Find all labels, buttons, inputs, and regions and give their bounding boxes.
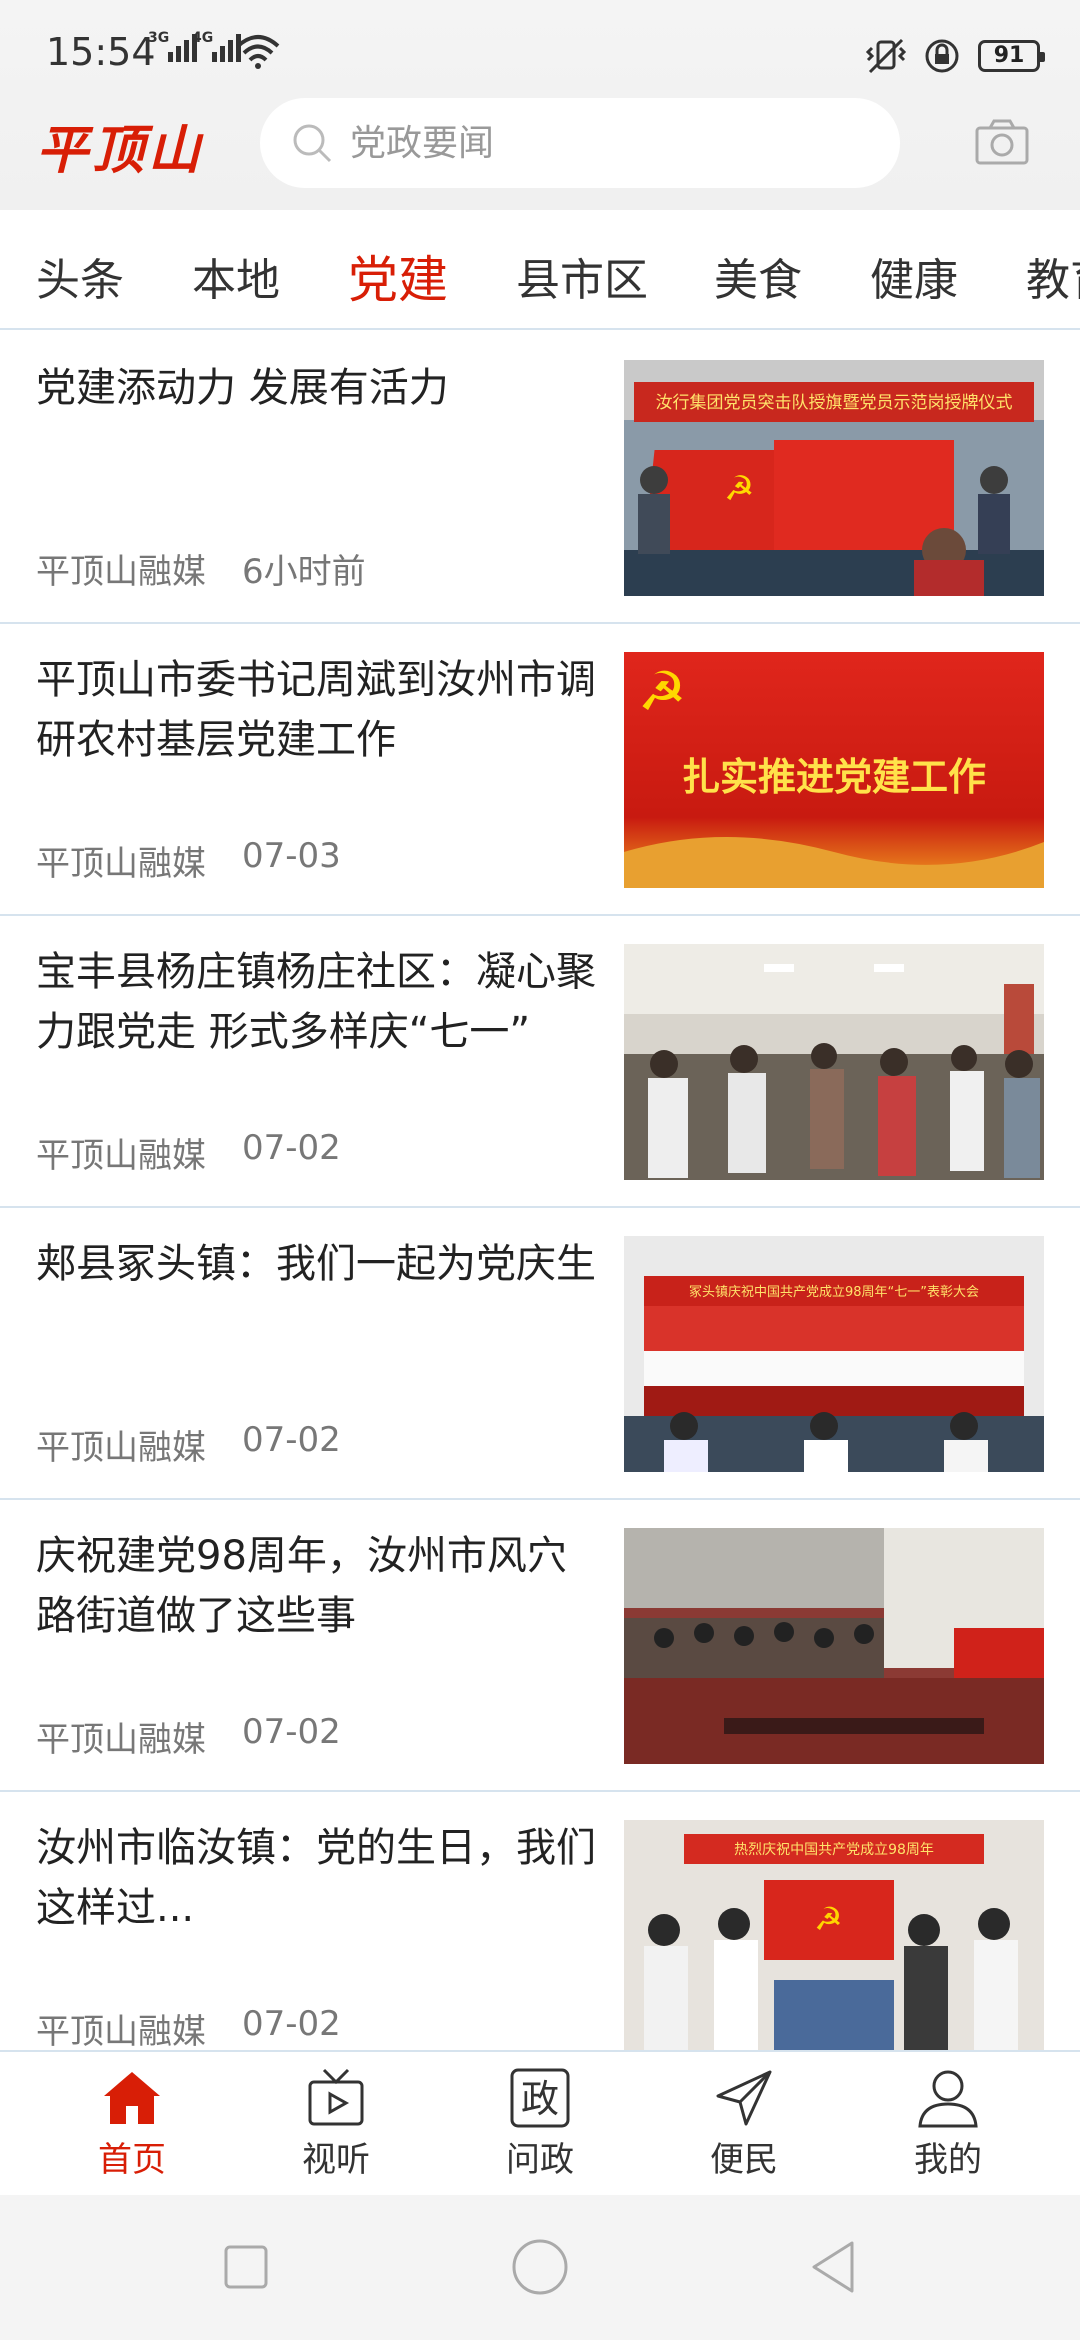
- news-title: 郏县冢头镇：我们一起为党庆生: [36, 1241, 596, 1287]
- system-nav-bar: [0, 2195, 1080, 2340]
- news-meta: 平顶山融媒 07-02: [36, 1712, 341, 1761]
- news-thumbnail: ☭ 扎实推进党建工作: [624, 652, 1044, 888]
- app-logo[interactable]: 平顶山: [36, 108, 204, 183]
- tab-counties[interactable]: 县市区: [516, 244, 648, 308]
- news-thumbnail: 热烈庆祝中国共产党成立98周年 ☭: [624, 1820, 1044, 2050]
- camera-icon[interactable]: [974, 118, 1030, 166]
- news-item[interactable]: 党建添动力 发展有活力 平顶山融媒 6小时前 汝行集团党员突击队授旗暨党员示范岗…: [0, 332, 1080, 624]
- news-item[interactable]: 郏县冢头镇：我们一起为党庆生 平顶山融媒 07-02 冢头镇庆祝中国共产党成立9…: [0, 1208, 1080, 1500]
- news-title: 平顶山市委书记周斌到汝州市调研农村基层党建工作: [36, 657, 596, 763]
- nav-wenzheng[interactable]: 政 问政: [460, 2066, 620, 2181]
- svg-text:☭: ☭: [724, 469, 754, 509]
- news-title: 党建添动力 发展有活力: [36, 365, 449, 411]
- status-right: 91: [866, 36, 1045, 76]
- back-icon[interactable]: [804, 2237, 864, 2297]
- news-time: 07-03: [242, 836, 341, 876]
- news-meta: 平顶山融媒 07-03: [36, 836, 341, 885]
- news-time: 07-02: [242, 1420, 341, 1460]
- nav-home[interactable]: 首页: [52, 2066, 212, 2181]
- tab-party-building[interactable]: 党建: [348, 240, 448, 312]
- news-time: 07-02: [242, 1128, 341, 1168]
- tab-health[interactable]: 健康: [870, 244, 958, 308]
- news-list: 党建添动力 发展有活力 平顶山融媒 6小时前 汝行集团党员突击队授旗暨党员示范岗…: [0, 332, 1080, 2050]
- news-source: 平顶山融媒: [36, 1136, 206, 1176]
- zheng-icon: 政: [510, 2068, 570, 2128]
- news-meta: 平顶山融媒 6小时前: [36, 544, 366, 593]
- bottom-nav: 首页 视听 政 问政 便民 我的: [0, 2050, 1080, 2195]
- news-item[interactable]: 汝州市临汝镇：党的生日，我们这样过... 平顶山融媒 07-02 热烈庆祝中国共…: [0, 1792, 1080, 2050]
- send-icon: [716, 2070, 772, 2126]
- news-meta: 平顶山融媒 07-02: [36, 1420, 341, 1469]
- news-image: ☭ 扎实推进党建工作: [624, 652, 1044, 888]
- tab-local[interactable]: 本地: [192, 244, 280, 308]
- signal-3g-icon: 3G: [148, 30, 197, 62]
- news-thumbnail: [624, 944, 1044, 1180]
- search-bar[interactable]: [260, 98, 900, 188]
- image-banner-text: 汝行集团党员突击队授旗暨党员示范岗授牌仪式: [656, 393, 1013, 413]
- nav-video[interactable]: 视听: [256, 2066, 416, 2181]
- news-item[interactable]: 平顶山市委书记周斌到汝州市调研农村基层党建工作 平顶山融媒 07-03 ☭ 扎实…: [0, 624, 1080, 916]
- news-image: [624, 1528, 1044, 1764]
- news-time: 07-02: [242, 2004, 341, 2044]
- news-source: 平顶山融媒: [36, 1720, 206, 1760]
- news-source: 平顶山融媒: [36, 2012, 206, 2050]
- news-image: 冢头镇庆祝中国共产党成立98周年“七一”表彰大会: [624, 1236, 1044, 1472]
- tv-icon: [308, 2068, 364, 2126]
- user-icon: [918, 2070, 978, 2128]
- recents-icon[interactable]: [216, 2237, 276, 2297]
- status-bar: 15:54 3G 4G 91: [0, 0, 1080, 100]
- tab-toutiao[interactable]: 头条: [36, 244, 124, 308]
- news-source: 平顶山融媒: [36, 1428, 206, 1468]
- svg-text:政: 政: [521, 2077, 559, 2121]
- news-title: 汝州市临汝镇：党的生日，我们这样过...: [36, 1825, 596, 1931]
- nav-profile[interactable]: 我的: [868, 2066, 1028, 2181]
- category-tabs: 头条 本地 党建 县市区 美食 健康 教育: [0, 210, 1080, 330]
- news-image: 汝行集团党员突击队授旗暨党员示范岗授牌仪式 ☭: [624, 360, 1044, 596]
- news-time: 07-02: [242, 1712, 341, 1752]
- wifi-icon: [236, 35, 280, 69]
- tab-education[interactable]: 教育: [1026, 244, 1080, 308]
- search-icon: [293, 124, 332, 163]
- home-icon: [104, 2072, 160, 2124]
- tab-food[interactable]: 美食: [714, 244, 802, 308]
- news-title: 庆祝建党98周年，汝州市风穴路街道做了这些事: [36, 1533, 567, 1639]
- battery-icon: 91: [978, 40, 1045, 72]
- status-time: 15:54: [46, 30, 156, 74]
- news-meta: 平顶山融媒 07-02: [36, 2004, 341, 2050]
- vibrate-icon: [866, 38, 906, 74]
- nav-services[interactable]: 便民: [664, 2066, 824, 2181]
- image-banner-text: 热烈庆祝中国共产党成立98周年: [734, 1842, 934, 1858]
- news-thumbnail: 冢头镇庆祝中国共产党成立98周年“七一”表彰大会: [624, 1236, 1044, 1472]
- image-banner-text: 冢头镇庆祝中国共产党成立98周年“七一”表彰大会: [689, 1284, 979, 1300]
- svg-text:☭: ☭: [814, 1900, 843, 1938]
- lock-rotation-icon: [925, 39, 959, 73]
- news-source: 平顶山融媒: [36, 552, 206, 592]
- news-item[interactable]: 庆祝建党98周年，汝州市风穴路街道做了这些事 平顶山融媒 07-02: [0, 1500, 1080, 1792]
- news-thumbnail: [624, 1528, 1044, 1764]
- news-image: 热烈庆祝中国共产党成立98周年 ☭: [624, 1820, 1044, 2050]
- news-time: 6小时前: [242, 552, 366, 592]
- news-meta: 平顶山融媒 07-02: [36, 1128, 341, 1177]
- signal-4g-icon: 4G: [192, 30, 241, 62]
- image-banner-text: 扎实推进党建工作: [682, 755, 986, 799]
- news-item[interactable]: 宝丰县杨庄镇杨庄社区：凝心聚力跟党走 形式多样庆“七一” 平顶山融媒 07-02: [0, 916, 1080, 1208]
- news-title: 宝丰县杨庄镇杨庄社区：凝心聚力跟党走 形式多样庆“七一”: [36, 949, 596, 1055]
- svg-text:☭: ☭: [638, 660, 686, 723]
- home-circle-icon[interactable]: [510, 2237, 570, 2297]
- search-input[interactable]: [350, 122, 870, 164]
- news-source: 平顶山融媒: [36, 844, 206, 884]
- news-thumbnail: 汝行集团党员突击队授旗暨党员示范岗授牌仪式 ☭: [624, 360, 1044, 596]
- header-area: 15:54 3G 4G 91 平顶山 党政要闻: [0, 0, 1080, 210]
- news-image: [624, 944, 1044, 1180]
